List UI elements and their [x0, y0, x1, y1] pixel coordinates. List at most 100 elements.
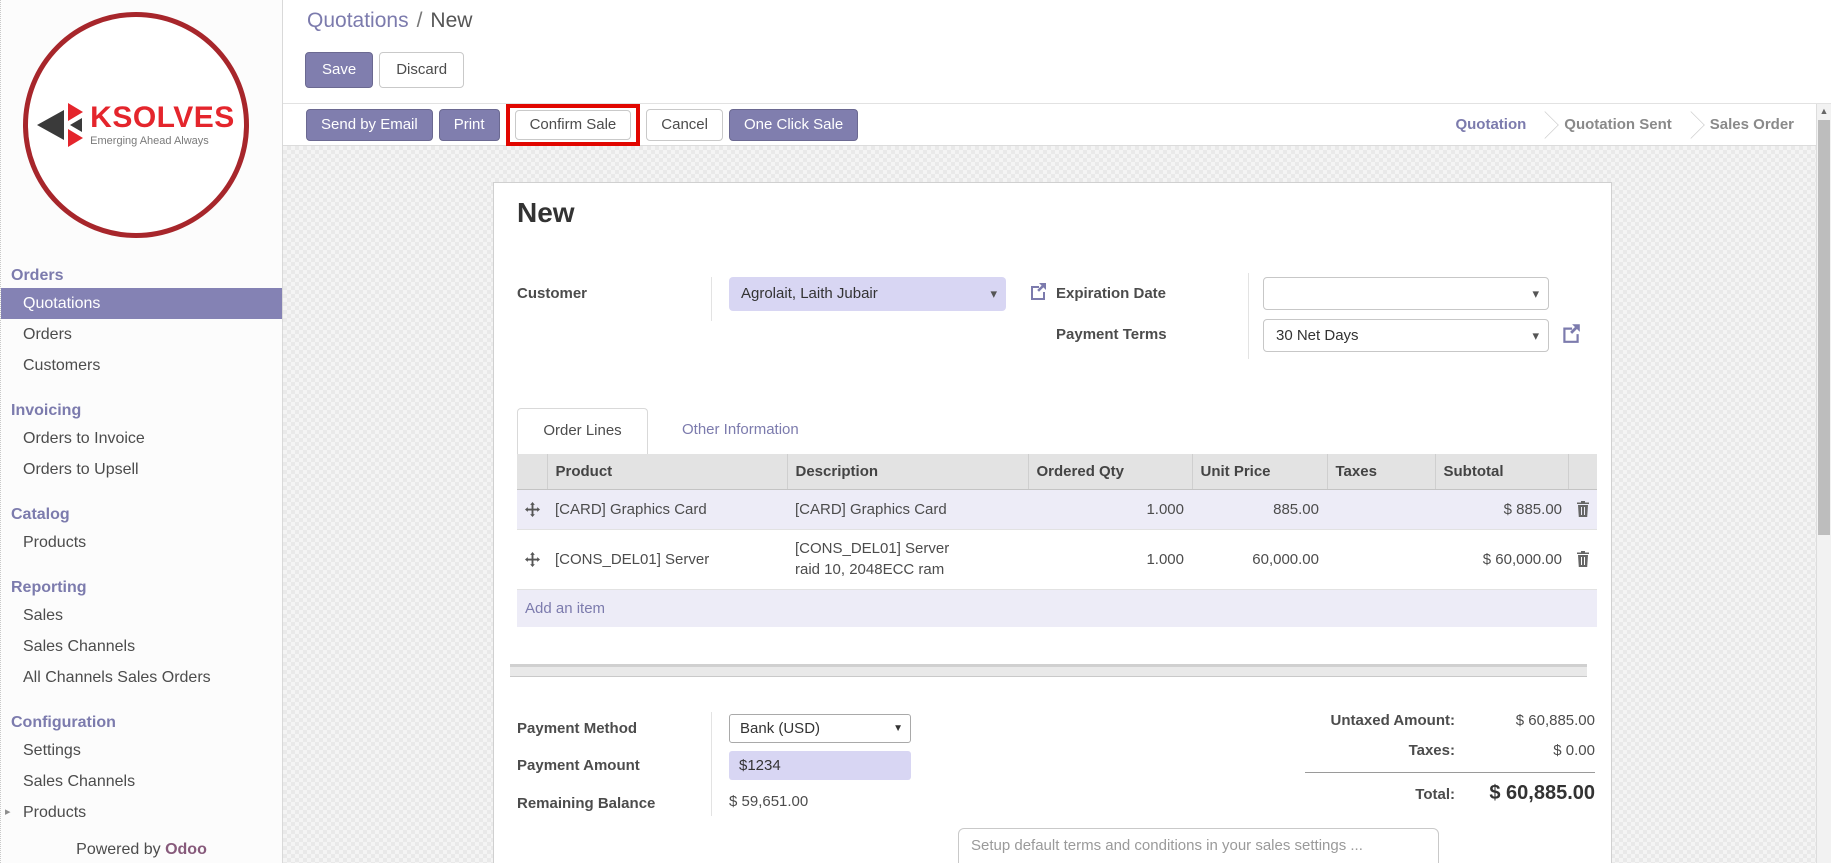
- sidebar-item-config-sales-channels[interactable]: Sales Channels: [1, 766, 282, 797]
- cancel-button[interactable]: Cancel: [646, 109, 723, 141]
- add-an-item-link[interactable]: Add an item: [517, 589, 1597, 627]
- sidebar-item-sales[interactable]: Sales: [1, 600, 282, 631]
- sidebar-item-config-products[interactable]: ▸ Products: [1, 797, 282, 828]
- status-step-quotation-sent[interactable]: Quotation Sent: [1548, 104, 1688, 146]
- horizontal-scrollbar[interactable]: [510, 664, 1587, 677]
- payment-amount-input[interactable]: [729, 751, 911, 780]
- vertical-scrollbar[interactable]: ▲: [1816, 104, 1831, 863]
- send-by-email-button[interactable]: Send by Email: [306, 109, 433, 141]
- add-item-row[interactable]: Add an item: [517, 589, 1597, 627]
- print-button[interactable]: Print: [439, 109, 500, 141]
- tab-order-lines[interactable]: Order Lines: [517, 408, 648, 454]
- table-header-row: Product Description Ordered Qty Unit Pri…: [517, 454, 1597, 489]
- status-step-sales-order[interactable]: Sales Order: [1694, 104, 1810, 146]
- column-header-description[interactable]: Description: [787, 454, 1028, 489]
- discard-button[interactable]: Discard: [379, 52, 464, 88]
- group-separator: [1248, 273, 1249, 359]
- group-separator: [711, 712, 712, 816]
- company-logo: KSOLVES Emerging Ahead Always: [23, 12, 249, 238]
- remaining-balance-value: $ 59,651.00: [729, 793, 808, 810]
- column-header-unit-price[interactable]: Unit Price: [1192, 454, 1327, 489]
- tab-other-information[interactable]: Other Information: [670, 408, 811, 454]
- drag-handle-icon[interactable]: [517, 529, 547, 589]
- confirm-sale-highlight-box: Confirm Sale: [506, 104, 641, 146]
- chevron-down-icon[interactable]: ▾: [1532, 278, 1539, 309]
- menu-header-invoicing: Invoicing: [1, 397, 282, 423]
- expiration-date-label: Expiration Date: [1056, 285, 1166, 302]
- save-button[interactable]: Save: [305, 52, 373, 88]
- cell-description[interactable]: [CONS_DEL01] Server raid 10, 2048ECC ram: [787, 529, 1028, 589]
- expiration-date-field[interactable]: ▾: [1263, 277, 1549, 310]
- menu-header-catalog: Catalog: [1, 501, 282, 527]
- payment-amount-label: Payment Amount: [517, 757, 640, 774]
- cell-product[interactable]: [CARD] Graphics Card: [547, 489, 787, 529]
- payment-terms-label: Payment Terms: [1056, 326, 1167, 343]
- breadcrumb-separator: /: [417, 9, 423, 32]
- chevron-down-icon[interactable]: ▼: [893, 715, 903, 742]
- breadcrumb-current: New: [430, 9, 472, 32]
- sidebar: KSOLVES Emerging Ahead Always Orders Quo…: [0, 0, 283, 863]
- content-area: New Customer Agrolait, Laith Jubair ▾ Ex…: [283, 146, 1816, 863]
- terms-and-conditions-input[interactable]: [958, 828, 1439, 863]
- table-row[interactable]: [CARD] Graphics Card [CARD] Graphics Car…: [517, 489, 1597, 529]
- column-header-taxes[interactable]: Taxes: [1327, 454, 1435, 489]
- total-value: $ 60,885.00: [1455, 782, 1595, 805]
- cell-unit-price[interactable]: 885.00: [1192, 489, 1327, 529]
- menu-header-orders: Orders: [1, 262, 282, 288]
- status-pipeline: Quotation Quotation Sent Sales Order: [1439, 104, 1810, 146]
- untaxed-amount-label: Untaxed Amount:: [1255, 712, 1455, 729]
- payment-method-select[interactable]: Bank (USD) ▼: [729, 714, 911, 743]
- sidebar-item-orders-to-upsell[interactable]: Orders to Upsell: [1, 454, 282, 485]
- logo-tagline: Emerging Ahead Always: [90, 135, 235, 147]
- cell-ordered-qty[interactable]: 1.000: [1028, 529, 1192, 589]
- delete-row-icon[interactable]: [1568, 529, 1597, 589]
- chevron-right-icon: ▸: [5, 797, 11, 828]
- form-sheet: New Customer Agrolait, Laith Jubair ▾ Ex…: [493, 182, 1612, 863]
- breadcrumb: Quotations / New: [307, 9, 472, 33]
- delete-row-icon[interactable]: [1568, 489, 1597, 529]
- scroll-up-icon[interactable]: ▲: [1817, 106, 1831, 116]
- sidebar-item-products[interactable]: Products: [1, 527, 282, 558]
- payment-method-label: Payment Method: [517, 720, 637, 737]
- column-header-subtotal[interactable]: Subtotal: [1435, 454, 1568, 489]
- table-row[interactable]: [CONS_DEL01] Server [CONS_DEL01] Server …: [517, 529, 1597, 589]
- group-separator: [711, 277, 712, 321]
- scrollbar-thumb[interactable]: [1818, 120, 1830, 535]
- chevron-down-icon[interactable]: ▾: [990, 277, 997, 311]
- payment-terms-field[interactable]: 30 Net Days ▾: [1263, 319, 1549, 352]
- breadcrumb-quotations-link[interactable]: Quotations: [307, 9, 409, 32]
- cell-description[interactable]: [CARD] Graphics Card: [787, 489, 1028, 529]
- top-bar: Quotations / New Save Discard: [283, 0, 1831, 104]
- confirm-sale-button[interactable]: Confirm Sale: [515, 110, 632, 140]
- menu-header-configuration: Configuration: [1, 709, 282, 735]
- cell-ordered-qty[interactable]: 1.000: [1028, 489, 1192, 529]
- column-header-ordered-qty[interactable]: Ordered Qty: [1028, 454, 1192, 489]
- sidebar-item-quotations[interactable]: Quotations: [1, 288, 282, 319]
- sidebar-item-customers[interactable]: Customers: [1, 350, 282, 381]
- sidebar-item-sales-channels[interactable]: Sales Channels: [1, 631, 282, 662]
- cell-taxes[interactable]: [1327, 529, 1435, 589]
- taxes-value: $ 0.00: [1455, 742, 1595, 759]
- sidebar-item-orders-to-invoice[interactable]: Orders to Invoice: [1, 423, 282, 454]
- totals-block: Untaxed Amount: $ 60,885.00 Taxes: $ 0.0…: [1255, 712, 1595, 818]
- drag-handle-icon[interactable]: [517, 489, 547, 529]
- cell-taxes[interactable]: [1327, 489, 1435, 529]
- sidebar-item-all-channels-sales-orders[interactable]: All Channels Sales Orders: [1, 662, 282, 693]
- sidebar-item-settings[interactable]: Settings: [1, 735, 282, 766]
- untaxed-amount-value: $ 60,885.00: [1455, 712, 1595, 729]
- cell-unit-price[interactable]: 60,000.00: [1192, 529, 1327, 589]
- status-step-quotation[interactable]: Quotation: [1439, 104, 1542, 146]
- cell-product[interactable]: [CONS_DEL01] Server: [547, 529, 787, 589]
- customer-label: Customer: [517, 285, 587, 302]
- one-click-sale-button[interactable]: One Click Sale: [729, 109, 858, 141]
- cell-subtotal: $ 885.00: [1435, 489, 1568, 529]
- column-header-product[interactable]: Product: [547, 454, 787, 489]
- payment-terms-external-link-icon[interactable]: [1560, 322, 1580, 342]
- customer-field[interactable]: Agrolait, Laith Jubair ▾: [729, 277, 1006, 311]
- delete-column-header: [1568, 454, 1597, 489]
- remaining-balance-label: Remaining Balance: [517, 795, 655, 812]
- powered-by-odoo[interactable]: Powered by Odoo: [1, 841, 282, 859]
- sidebar-item-orders[interactable]: Orders: [1, 319, 282, 350]
- chevron-down-icon[interactable]: ▾: [1532, 320, 1539, 351]
- customer-external-link-icon[interactable]: [1028, 281, 1048, 301]
